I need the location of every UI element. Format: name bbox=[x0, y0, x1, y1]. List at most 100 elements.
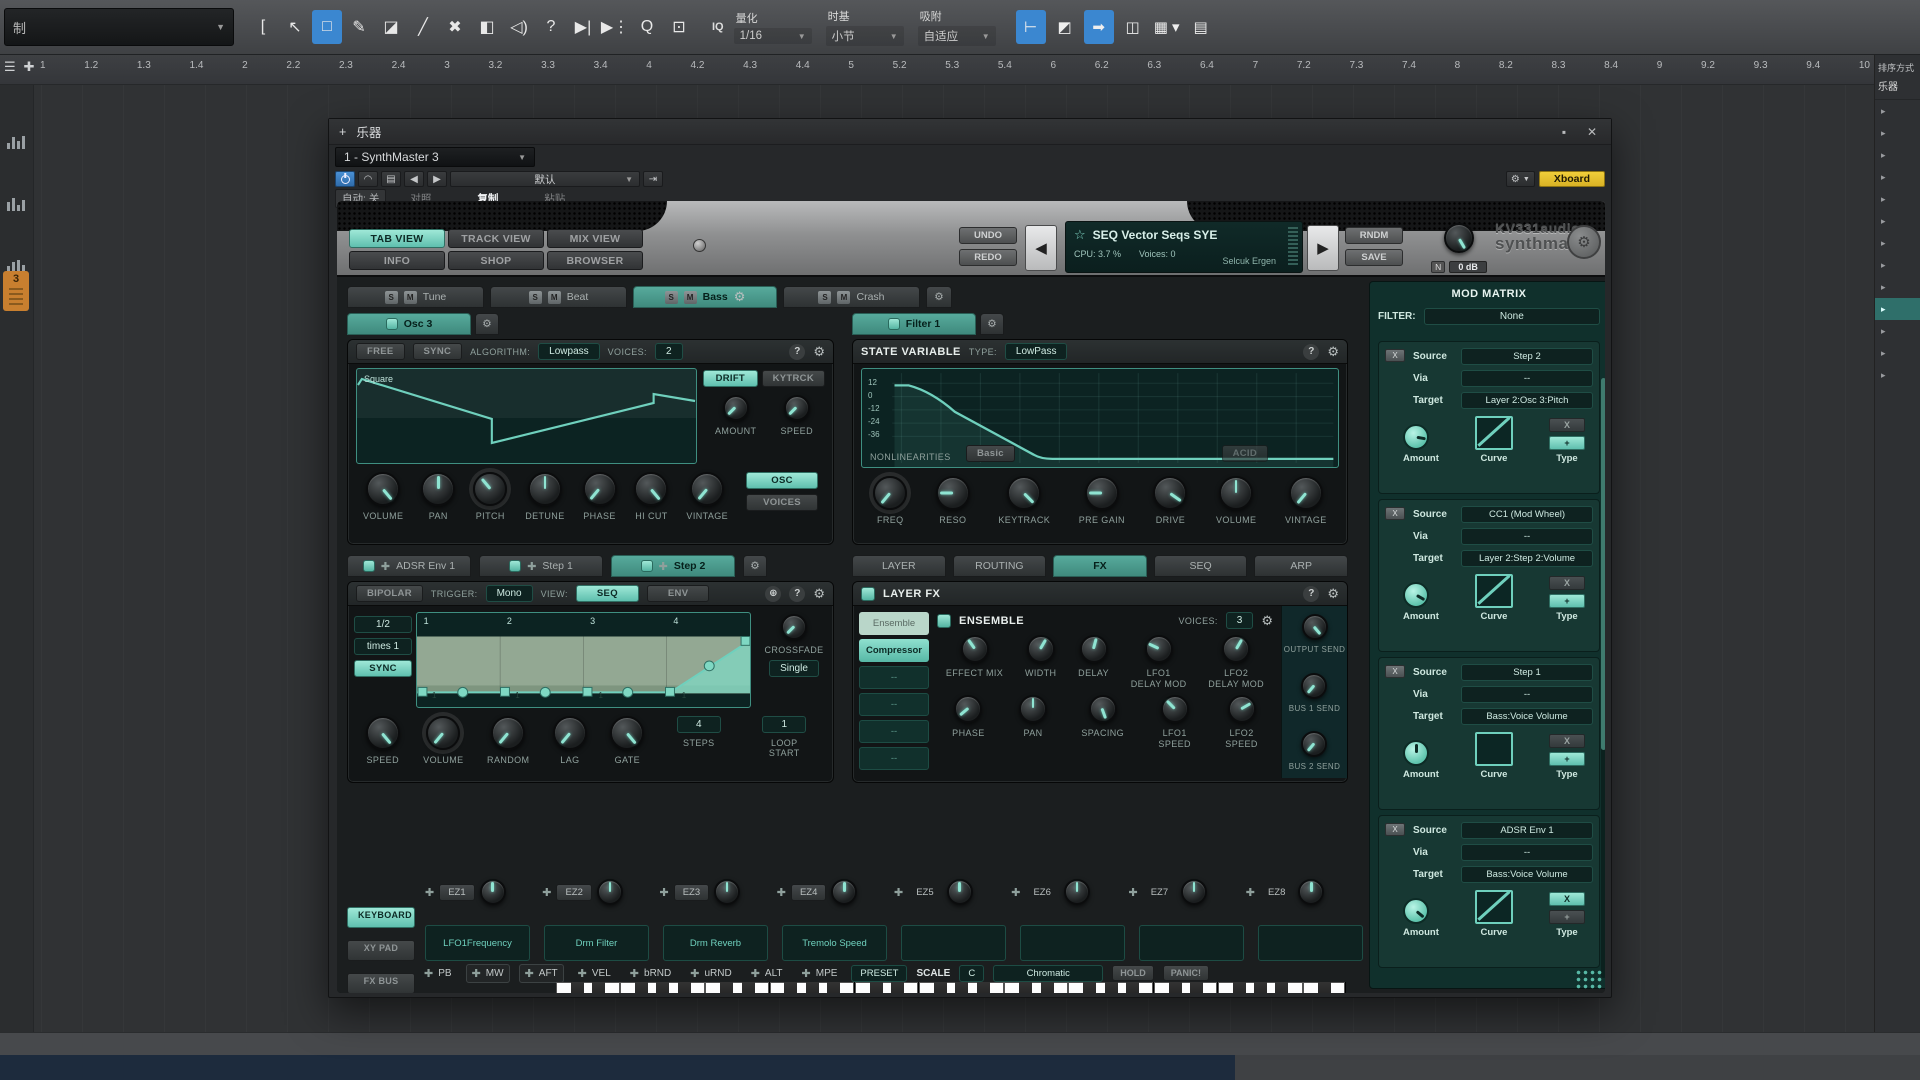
mod-settings-gear-icon[interactable]: ⚙ bbox=[743, 555, 767, 577]
side-button-keyboard[interactable]: KEYBOARD bbox=[347, 907, 415, 928]
gear-icon[interactable]: ⚙ bbox=[813, 586, 825, 602]
arrow-tool-icon[interactable]: ↖ bbox=[280, 10, 310, 44]
view-button-browser[interactable]: BROWSER bbox=[547, 251, 643, 270]
browser-row[interactable]: ▸ bbox=[1875, 364, 1920, 386]
gear-icon[interactable]: ⚙ bbox=[1327, 344, 1339, 360]
piano-key-black[interactable] bbox=[1275, 982, 1288, 993]
randomize-button[interactable]: RNDM bbox=[1345, 227, 1403, 244]
type-plus-button[interactable]: + bbox=[1549, 910, 1585, 924]
voices-value[interactable]: 2 bbox=[655, 343, 683, 360]
knob[interactable] bbox=[1161, 695, 1189, 723]
seq-view-button[interactable]: SEQ bbox=[576, 585, 639, 602]
ez-button-6[interactable]: EZ6 bbox=[1025, 885, 1058, 900]
follow-icon[interactable]: ➡ bbox=[1084, 10, 1114, 44]
browser-row[interactable]: ▸ bbox=[1875, 320, 1920, 342]
side-button-fx-bus[interactable]: FX BUS bbox=[347, 973, 415, 993]
piano-key-black[interactable] bbox=[1041, 982, 1054, 993]
type-plus-button[interactable]: + bbox=[1549, 436, 1585, 450]
type-x-button[interactable]: X bbox=[1549, 892, 1585, 906]
page-tab-layer[interactable]: LAYER bbox=[852, 555, 946, 577]
target-value[interactable]: Layer 2:Step 2:Volume bbox=[1461, 550, 1593, 567]
target-value[interactable]: Layer 2:Osc 3:Pitch bbox=[1461, 392, 1593, 409]
plugin-titlebar[interactable]: + 乐器 ▪ ✕ bbox=[329, 119, 1611, 145]
knob[interactable] bbox=[1301, 673, 1327, 699]
knob[interactable] bbox=[1222, 635, 1250, 663]
via-value[interactable]: -- bbox=[1461, 844, 1593, 861]
piano-key-black[interactable] bbox=[870, 982, 883, 993]
knob[interactable] bbox=[1444, 223, 1474, 253]
drift-button[interactable]: DRIFT bbox=[703, 370, 758, 387]
listen-tool-icon[interactable]: ◁) bbox=[504, 10, 534, 44]
knob[interactable] bbox=[597, 879, 623, 905]
slot-delete-button[interactable]: X bbox=[1385, 507, 1405, 520]
amount-knob[interactable] bbox=[1403, 424, 1429, 450]
split-view-icon[interactable]: ◫ bbox=[1118, 10, 1148, 44]
quantize-b-icon[interactable]: ▶⋮ bbox=[600, 10, 630, 44]
solo-button[interactable]: S bbox=[529, 291, 542, 304]
osc3-gear-icon[interactable]: ⚙ bbox=[475, 313, 499, 335]
mod-tab-step-2[interactable]: ✚Step 2 bbox=[611, 555, 735, 577]
target-value[interactable]: Bass:Voice Volume bbox=[1461, 708, 1593, 725]
browser-row[interactable]: ▸ bbox=[1875, 188, 1920, 210]
automation-dial-button[interactable]: ◠ bbox=[358, 171, 378, 187]
piano-key-black[interactable] bbox=[720, 982, 733, 993]
kytrck-button[interactable]: KYTRCK bbox=[762, 370, 825, 387]
layer-tab-bass[interactable]: SMBass⚙ bbox=[633, 286, 777, 308]
knob[interactable] bbox=[936, 476, 970, 510]
gear-icon[interactable]: ⚙ bbox=[1327, 586, 1339, 602]
ez-assignment-8[interactable] bbox=[1258, 925, 1363, 961]
q-icon[interactable]: Q bbox=[632, 10, 662, 44]
add-icon[interactable]: + bbox=[339, 125, 346, 139]
knob[interactable] bbox=[831, 879, 857, 905]
piano-key-black[interactable] bbox=[977, 982, 990, 993]
amount-knob[interactable] bbox=[1403, 582, 1429, 608]
autoscroll-icon[interactable]: ⊢ bbox=[1016, 10, 1046, 44]
knob[interactable] bbox=[1019, 695, 1047, 723]
piano-key-black[interactable] bbox=[635, 982, 648, 993]
knob[interactable] bbox=[421, 472, 455, 506]
input-quantize-toggle[interactable]: IQ bbox=[712, 21, 724, 33]
bipolar-button[interactable]: BIPOLAR bbox=[356, 585, 423, 602]
track-view-icon[interactable]: ◩ bbox=[1050, 10, 1080, 44]
track-selector-dropdown[interactable]: 制 ▼ bbox=[4, 8, 234, 46]
snap-dropdown[interactable]: 自适应▼ bbox=[918, 26, 996, 46]
preset-display[interactable]: ☆SEQ Vector Seqs SYE CPU: 3.7 %Voices: 0… bbox=[1065, 221, 1303, 273]
piano-key-black[interactable] bbox=[934, 982, 947, 993]
env-view-button[interactable]: ENV bbox=[647, 585, 709, 602]
amount-knob[interactable] bbox=[1403, 740, 1429, 766]
knob[interactable] bbox=[366, 716, 400, 750]
tab-filter1[interactable]: Filter 1 bbox=[852, 313, 976, 335]
via-value[interactable]: -- bbox=[1461, 686, 1593, 703]
acid-button[interactable]: ACID bbox=[1222, 445, 1268, 462]
controller-urnd[interactable]: ✚uRND bbox=[685, 965, 736, 982]
knob[interactable] bbox=[954, 695, 982, 723]
ez-button-4[interactable]: EZ4 bbox=[791, 884, 826, 901]
mute-button[interactable]: M bbox=[684, 291, 697, 304]
piano-key-black[interactable] bbox=[1254, 982, 1267, 993]
piano-key-black[interactable] bbox=[656, 982, 669, 993]
solo-button[interactable]: S bbox=[818, 291, 831, 304]
browser-row[interactable]: ▸ bbox=[1875, 166, 1920, 188]
piano-key-black[interactable] bbox=[955, 982, 968, 993]
ez-assignment-5[interactable] bbox=[901, 925, 1006, 961]
knob[interactable] bbox=[1228, 695, 1256, 723]
filter-graph[interactable]: 120-12-24-36NONLINEARITIESBasicACID bbox=[861, 368, 1339, 468]
knob[interactable] bbox=[1298, 879, 1324, 905]
type-x-button[interactable]: X bbox=[1549, 576, 1585, 590]
browser-row[interactable]: ▸ bbox=[1875, 342, 1920, 364]
enable-checkbox[interactable] bbox=[937, 614, 951, 628]
panic-button[interactable]: PANIC! bbox=[1163, 965, 1209, 981]
browser-row[interactable]: ▸ bbox=[1875, 276, 1920, 298]
voices-mode-button[interactable]: VOICES bbox=[746, 494, 818, 511]
mod-matrix-scrollbar[interactable] bbox=[1601, 378, 1605, 978]
ez-button-3[interactable]: EZ3 bbox=[674, 884, 709, 901]
macro-icon[interactable]: ⊡ bbox=[664, 10, 694, 44]
instrument-dropdown[interactable]: 1 - SynthMaster 3▼ bbox=[335, 147, 535, 167]
type-x-button[interactable]: X bbox=[1549, 734, 1585, 748]
controller-vel[interactable]: ✚VEL bbox=[573, 965, 616, 982]
type-x-button[interactable]: X bbox=[1549, 418, 1585, 432]
ez-button-1[interactable]: EZ1 bbox=[439, 884, 474, 901]
piano-key-black[interactable] bbox=[742, 982, 755, 993]
bracket-tool-icon[interactable]: [ bbox=[248, 10, 278, 44]
side-button-xy-pad[interactable]: XY PAD bbox=[347, 940, 415, 961]
